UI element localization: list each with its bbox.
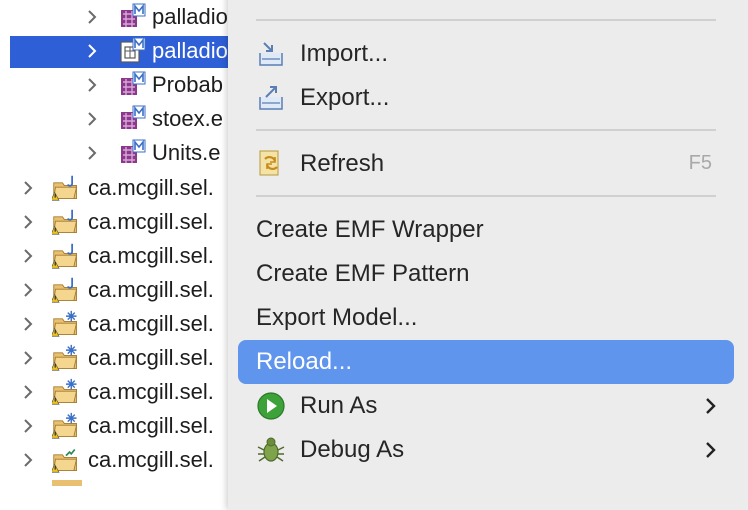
menu-item-create-emf-pattern[interactable]: Create EMF Pattern <box>238 252 734 296</box>
menu-item-label: Export... <box>300 84 390 111</box>
ecore-project-icon <box>52 412 78 439</box>
context-menu: Import... Export... Refresh F5 Create EM… <box>228 0 748 510</box>
export-icon <box>259 86 283 110</box>
tree-item-label: ca.mcgill.sel. <box>88 277 214 302</box>
tree-item-label: stoex.e <box>152 106 223 131</box>
submenu-arrow-icon <box>706 442 716 458</box>
menu-separator <box>256 195 716 197</box>
chevron-right-icon[interactable] <box>84 43 100 59</box>
menu-item-label: Reload... <box>256 348 353 375</box>
menu-item-run-as[interactable]: Run As <box>238 384 734 428</box>
chevron-right-icon[interactable] <box>84 77 100 93</box>
menu-item-export[interactable]: Export... <box>238 76 734 120</box>
menu-item-label: Refresh <box>300 150 385 177</box>
tree-item-label: Units.e <box>152 140 221 165</box>
chevron-right-icon[interactable] <box>20 384 36 400</box>
java-project-icon <box>52 175 78 201</box>
tree-item-label: ca.mcgill.sel. <box>88 243 214 268</box>
menu-item-label: Debug As <box>300 436 405 463</box>
refresh-icon <box>259 150 279 176</box>
chevron-right-icon[interactable] <box>20 282 36 298</box>
model-file-icon <box>121 105 146 129</box>
chevron-right-icon[interactable] <box>20 316 36 332</box>
menu-item-label: Create EMF Wrapper <box>256 216 484 243</box>
tree-item-label: ca.mcgill.sel. <box>88 345 214 370</box>
tree-item-label: palladio <box>152 4 228 29</box>
model-file-icon <box>121 139 146 163</box>
menu-separator <box>256 19 716 21</box>
ecore-project-icon <box>52 378 78 405</box>
tree-item-label: ca.mcgill.sel. <box>88 175 214 200</box>
tree-item-label: ca.mcgill.sel. <box>88 379 214 404</box>
tree-item-label: ca.mcgill.sel. <box>88 209 214 234</box>
chevron-right-icon[interactable] <box>84 111 100 127</box>
java-project-icon <box>52 209 78 235</box>
tree-row-partial <box>20 480 230 486</box>
import-icon <box>259 42 283 66</box>
menu-item-label: Import... <box>300 40 389 67</box>
chevron-right-icon[interactable] <box>84 145 100 161</box>
model-file-icon <box>121 71 146 95</box>
keyboard-shortcut: F5 <box>688 152 712 174</box>
java-project-icon <box>52 243 78 269</box>
ecore-project-icon <box>52 344 78 371</box>
menu-item-export-model[interactable]: Export Model... <box>238 296 734 340</box>
menu-item-label: Export Model... <box>256 304 418 331</box>
ecore-project-icon <box>52 310 78 337</box>
submenu-arrow-icon <box>706 398 716 414</box>
chevron-right-icon[interactable] <box>20 418 36 434</box>
tree-item-label: palladio <box>152 38 228 63</box>
tree-item-label: ca.mcgill.sel. <box>88 447 214 472</box>
java-project-icon <box>52 277 78 303</box>
model-file-icon <box>121 3 146 27</box>
tree-item-label: ca.mcgill.sel. <box>88 311 214 336</box>
menu-separator <box>256 129 716 131</box>
chevron-right-icon[interactable] <box>20 452 36 468</box>
model-file-icon <box>120 37 146 63</box>
tree-item-label: Probab <box>152 72 223 97</box>
menu-item-label: Run As <box>300 392 378 419</box>
plugin-project-icon <box>52 448 78 473</box>
menu-item-refresh[interactable]: Refresh F5 <box>238 142 734 186</box>
menu-item-import[interactable]: Import... <box>238 32 734 76</box>
chevron-right-icon[interactable] <box>20 350 36 366</box>
tree-item-label: ca.mcgill.sel. <box>88 413 214 438</box>
menu-item-create-emf-wrapper[interactable]: Create EMF Wrapper <box>238 208 734 252</box>
debug-bug-icon <box>257 437 285 462</box>
run-icon <box>257 392 285 420</box>
chevron-right-icon[interactable] <box>20 180 36 196</box>
chevron-right-icon[interactable] <box>84 9 100 25</box>
menu-item-reload[interactable]: Reload... <box>238 340 734 384</box>
chevron-right-icon[interactable] <box>20 248 36 264</box>
menu-item-label: Create EMF Pattern <box>256 260 470 287</box>
chevron-right-icon[interactable] <box>20 214 36 230</box>
menu-item-debug-as[interactable]: Debug As <box>238 428 734 472</box>
